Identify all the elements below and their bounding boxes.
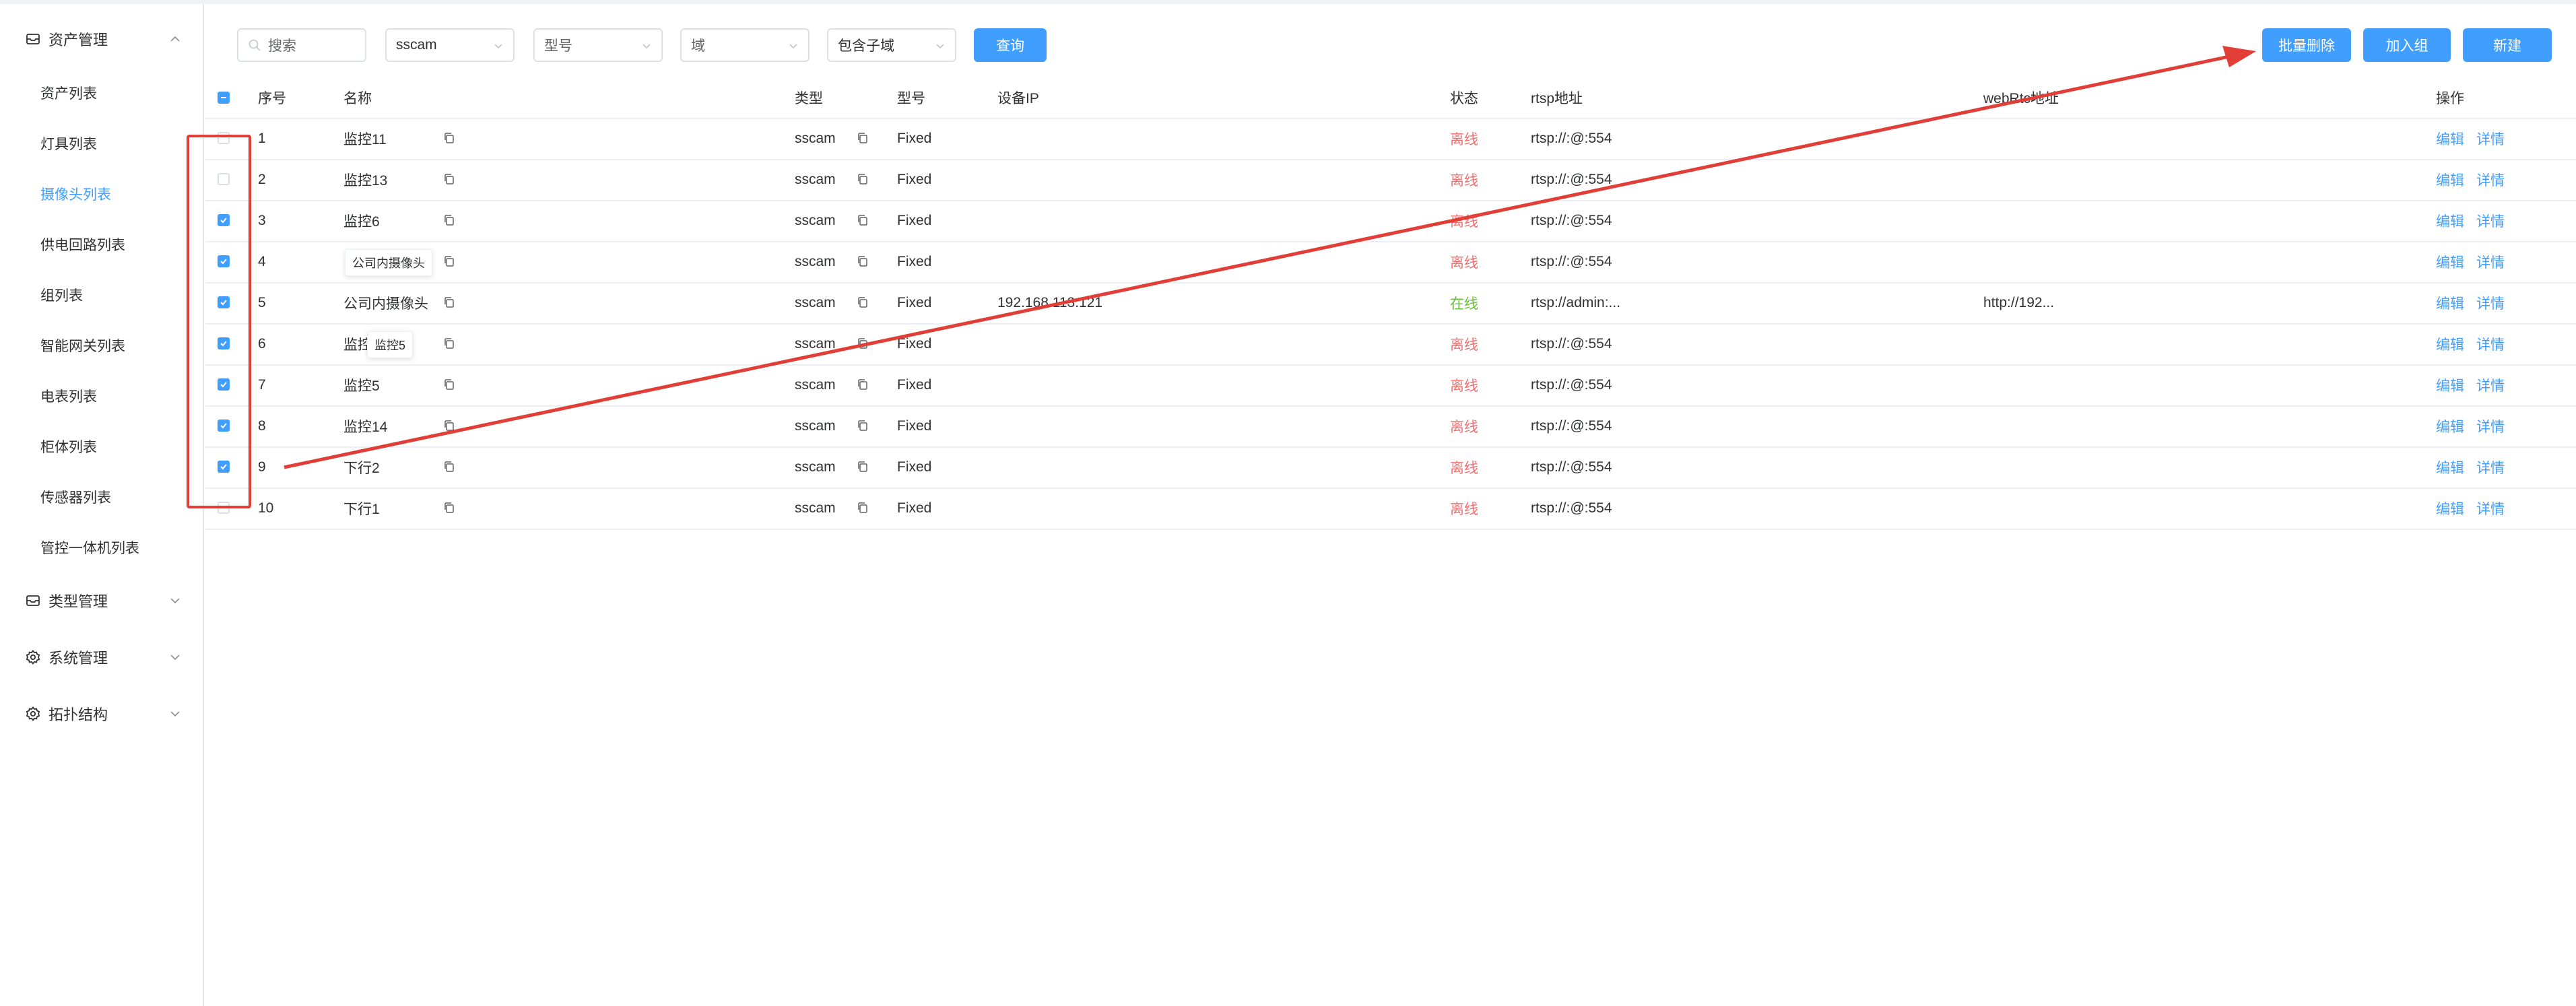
annotation-arrow-line [284, 55, 2230, 469]
annotation-arrow [284, 46, 2256, 469]
annotation-arrow-head [2222, 46, 2256, 67]
